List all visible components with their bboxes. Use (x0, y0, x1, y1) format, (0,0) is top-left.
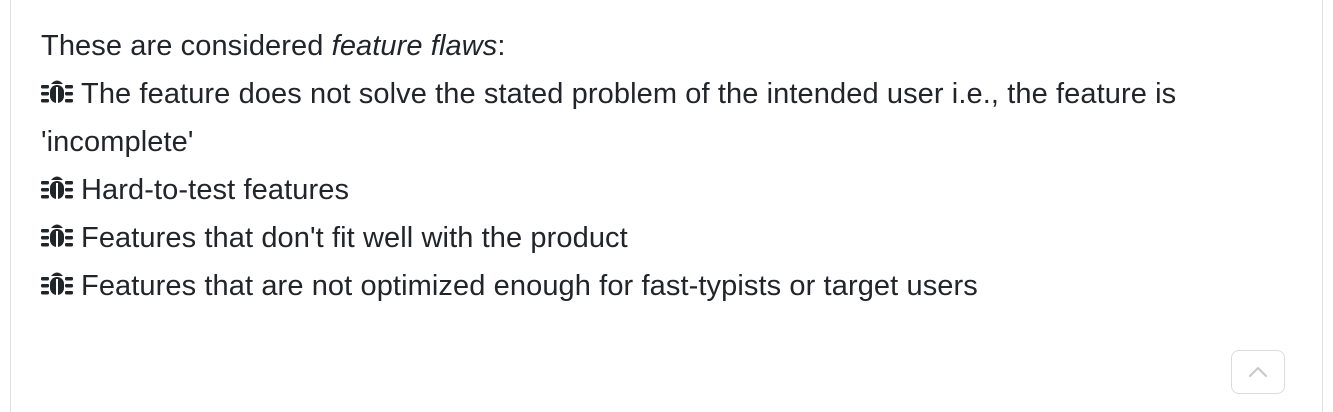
chevron-up-icon (1247, 365, 1269, 379)
bug-icon (41, 221, 73, 251)
list-item: Features that are not optimized enough f… (41, 262, 1291, 310)
list-item: Hard-to-test features (41, 166, 1291, 214)
bug-icon (41, 269, 73, 299)
intro-colon: : (497, 30, 506, 62)
flaw-list: The feature does not solve the stated pr… (41, 70, 1291, 310)
scroll-to-top-button[interactable] (1231, 350, 1285, 394)
flaw-text: The feature does not solve the stated pr… (41, 78, 1177, 158)
main-content: These are considered feature flaws: The … (41, 22, 1291, 310)
flaw-text: Features that are not optimized enough f… (81, 270, 978, 302)
bug-icon (41, 173, 73, 203)
flaw-text: Hard-to-test features (81, 174, 350, 206)
intro-emphasis: feature flaws (331, 30, 498, 62)
list-item: The feature does not solve the stated pr… (41, 70, 1291, 166)
flaw-text: Features that don't fit well with the pr… (81, 222, 628, 254)
intro-line: These are considered feature flaws: (41, 22, 1291, 70)
list-item: Features that don't fit well with the pr… (41, 214, 1291, 262)
bug-icon (41, 77, 73, 107)
intro-text: These are considered (41, 30, 332, 62)
